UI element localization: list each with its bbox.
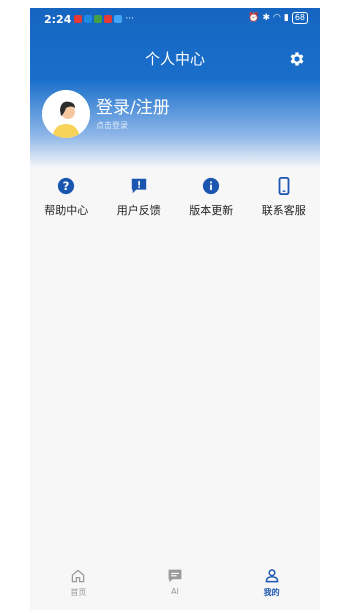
app-notification-icon [114, 15, 123, 23]
tab-mine[interactable]: 我的 [242, 568, 302, 598]
status-bar: 2:24 ··· ⏰ ✱ ◠ ▮ 68 [30, 8, 320, 30]
app-notification-icon [104, 15, 113, 23]
alarm-icon: ⏰ [248, 13, 260, 23]
user-icon [265, 569, 278, 583]
tab-ai[interactable]: AI [145, 568, 205, 596]
app-notification-icon [84, 15, 93, 23]
tab-ai-label: AI [171, 587, 179, 596]
avatar [42, 90, 90, 138]
feedback-label: 用户反馈 [116, 204, 161, 217]
quick-actions: ? 帮助中心 用户反馈 版本更新 联系客服 [30, 176, 320, 218]
notification-icons [74, 15, 123, 23]
status-time: 2:24 [44, 12, 72, 26]
chat-icon [168, 569, 182, 583]
phone-icon [274, 176, 294, 196]
gear-icon[interactable] [288, 50, 306, 68]
home-icon [72, 569, 85, 583]
phone-screen: 2:24 ··· ⏰ ✱ ◠ ▮ 68 个人中心 登录/注册 点击登录 ? 帮助… [30, 8, 320, 610]
signal-icon: ▮ [283, 13, 289, 23]
contact-service-label: 联系客服 [261, 204, 306, 217]
page-title: 个人中心 [144, 50, 205, 68]
app-notification-icon [94, 15, 103, 23]
tab-mine-label: 我的 [263, 588, 280, 597]
login-hint: 点击登录 [96, 120, 128, 130]
header-background [30, 8, 320, 168]
system-icons: ⏰ ✱ ◠ ▮ 68 [248, 12, 308, 24]
app-notification-icon [74, 15, 83, 23]
info-icon [201, 176, 221, 196]
battery-icon: 68 [291, 12, 308, 24]
feedback-icon [129, 176, 149, 196]
version-update-button[interactable]: 版本更新 [177, 176, 245, 218]
feedback-button[interactable]: 用户反馈 [105, 176, 173, 218]
tab-home[interactable]: 首页 [48, 568, 108, 598]
help-center-label: 帮助中心 [44, 204, 89, 217]
wifi-icon: ◠ [273, 13, 281, 23]
help-icon: ? [56, 176, 76, 196]
status-overflow: ··· [125, 14, 134, 24]
login-card[interactable]: 登录/注册 点击登录 [42, 90, 170, 138]
help-center-button[interactable]: ? 帮助中心 [32, 176, 100, 218]
tab-home-label: 首页 [70, 588, 87, 597]
login-register-link[interactable]: 登录/注册 [96, 98, 170, 118]
svg-text:?: ? [63, 179, 70, 193]
bluetooth-icon: ✱ [262, 13, 270, 23]
version-update-label: 版本更新 [189, 204, 234, 217]
contact-service-button[interactable]: 联系客服 [250, 176, 318, 218]
bottom-tab-bar: 首页 AI 我的 [30, 554, 320, 610]
